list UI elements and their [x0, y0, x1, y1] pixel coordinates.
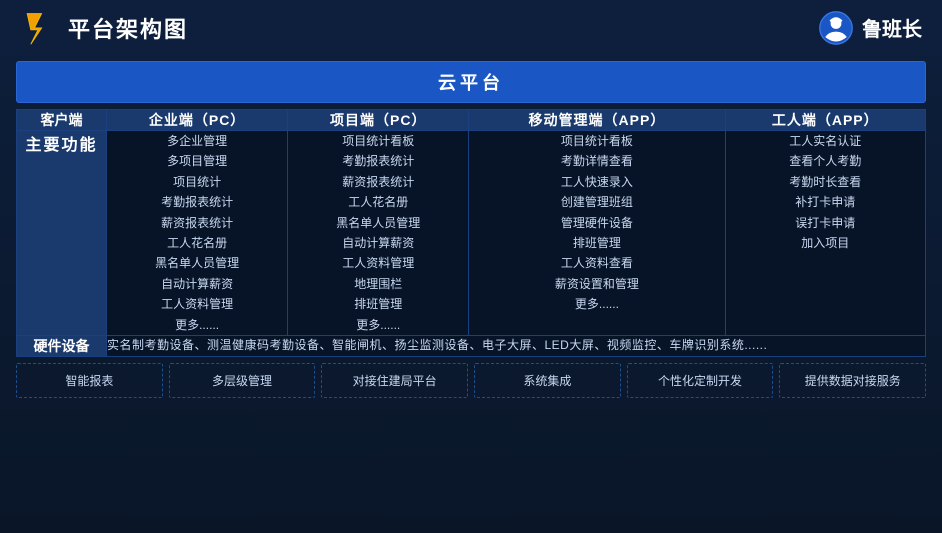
col-header-client: 客户端: [17, 110, 107, 131]
mobile-feature-more: 更多......: [469, 294, 724, 314]
mobile-feature-7: 工人资料查看: [469, 253, 724, 273]
row-header-features: 主要功能: [17, 131, 107, 336]
col-header-enterprise: 企业端（PC）: [107, 110, 288, 131]
enterprise-feature-1: 多企业管理: [107, 131, 287, 151]
logo-icon: [20, 10, 56, 46]
mobile-feature-3: 工人快速录入: [469, 172, 724, 192]
hardware-content: 实名制考勤设备、测温健康码考勤设备、智能闸机、扬尘监测设备、电子大屏、LED大屏…: [107, 335, 926, 356]
mobile-feature-1: 项目统计看板: [469, 131, 724, 151]
column-headers-row: 客户端 企业端（PC） 项目端（PC） 移动管理端（APP） 工人端（APP）: [17, 110, 926, 131]
enterprise-feature-4: 考勤报表统计: [107, 192, 287, 212]
platform-table: 客户端 企业端（PC） 项目端（PC） 移动管理端（APP） 工人端（APP）: [16, 109, 926, 357]
bottom-feature-3: 对接住建局平台: [321, 363, 468, 398]
project-feature-2: 考勤报表统计: [288, 151, 468, 171]
enterprise-feature-7: 黑名单人员管理: [107, 253, 287, 273]
enterprise-feature-2: 多项目管理: [107, 151, 287, 171]
col-header-project: 项目端（PC）: [288, 110, 469, 131]
worker-feature-2: 查看个人考勤: [726, 151, 925, 171]
cloud-platform-bar: 云平台: [16, 61, 926, 103]
enterprise-feature-9: 工人资料管理: [107, 294, 287, 314]
project-feature-3: 薪资报表统计: [288, 172, 468, 192]
mobile-feature-6: 排班管理: [469, 233, 724, 253]
col-header-mobile: 移动管理端（APP）: [469, 110, 725, 131]
project-feature-8: 地理围栏: [288, 274, 468, 294]
enterprise-features-cell: 多企业管理 多项目管理 项目统计 考勤报表统计 薪资报表统计 工人花名册 黑名单…: [107, 131, 288, 336]
bottom-feature-4: 系统集成: [474, 363, 621, 398]
mobile-feature-5: 管理硬件设备: [469, 213, 724, 233]
brand-logo: 鲁班长: [818, 10, 922, 46]
enterprise-feature-more: 更多......: [107, 315, 287, 335]
bottom-features-row: 智能报表 多层级管理 对接住建局平台 系统集成 个性化定制开发 提供数据对接服务: [16, 363, 926, 398]
enterprise-feature-6: 工人花名册: [107, 233, 287, 253]
worker-feature-3: 考勤时长查看: [726, 172, 925, 192]
project-feature-9: 排班管理: [288, 294, 468, 314]
brand-icon: [818, 10, 854, 46]
worker-feature-1: 工人实名认证: [726, 131, 925, 151]
main-content: 云平台 客户端 企业端（PC） 项目端（PC） 移动管理端（APP）: [0, 55, 942, 404]
bottom-feature-2: 多层级管理: [169, 363, 316, 398]
worker-features-cell: 工人实名认证 查看个人考勤 考勤时长查看 补打卡申请 误打卡申请 加入项目: [725, 131, 925, 336]
mobile-feature-2: 考勤详情查看: [469, 151, 724, 171]
worker-feature-6: 加入项目: [726, 233, 925, 253]
hardware-row: 硬件设备 实名制考勤设备、测温健康码考勤设备、智能闸机、扬尘监测设备、电子大屏、…: [17, 335, 926, 356]
project-feature-6: 自动计算薪资: [288, 233, 468, 253]
brand-name: 鲁班长: [862, 13, 922, 42]
project-feature-7: 工人资料管理: [288, 253, 468, 273]
project-features-cell: 项目统计看板 考勤报表统计 薪资报表统计 工人花名册 黑名单人员管理 自动计算薪…: [288, 131, 469, 336]
mobile-features-cell: 项目统计看板 考勤详情查看 工人快速录入 创建管理班组 管理硬件设备 排班管理 …: [469, 131, 725, 336]
enterprise-feature-3: 项目统计: [107, 172, 287, 192]
col-header-worker: 工人端（APP）: [725, 110, 925, 131]
bottom-feature-1: 智能报表: [16, 363, 163, 398]
bottom-feature-5: 个性化定制开发: [627, 363, 774, 398]
worker-feature-4: 补打卡申请: [726, 192, 925, 212]
enterprise-feature-5: 薪资报表统计: [107, 213, 287, 233]
header-title: 平台架构图: [68, 12, 188, 44]
enterprise-feature-8: 自动计算薪资: [107, 274, 287, 294]
project-feature-1: 项目统计看板: [288, 131, 468, 151]
project-feature-4: 工人花名册: [288, 192, 468, 212]
project-feature-more: 更多......: [288, 315, 468, 335]
header: 平台架构图 鲁班长: [0, 0, 942, 55]
hardware-label: 硬件设备: [17, 335, 107, 356]
worker-feature-5: 误打卡申请: [726, 213, 925, 233]
mobile-feature-4: 创建管理班组: [469, 192, 724, 212]
header-left: 平台架构图: [20, 10, 188, 46]
mobile-feature-8: 薪资设置和管理: [469, 274, 724, 294]
bottom-feature-6: 提供数据对接服务: [779, 363, 926, 398]
project-feature-5: 黑名单人员管理: [288, 213, 468, 233]
main-container: 平台架构图 鲁班长 云平台 客户端: [0, 0, 942, 533]
main-features-row: 主要功能 多企业管理 多项目管理 项目统计 考勤报表统计 薪资报表统计 工人花名…: [17, 131, 926, 336]
